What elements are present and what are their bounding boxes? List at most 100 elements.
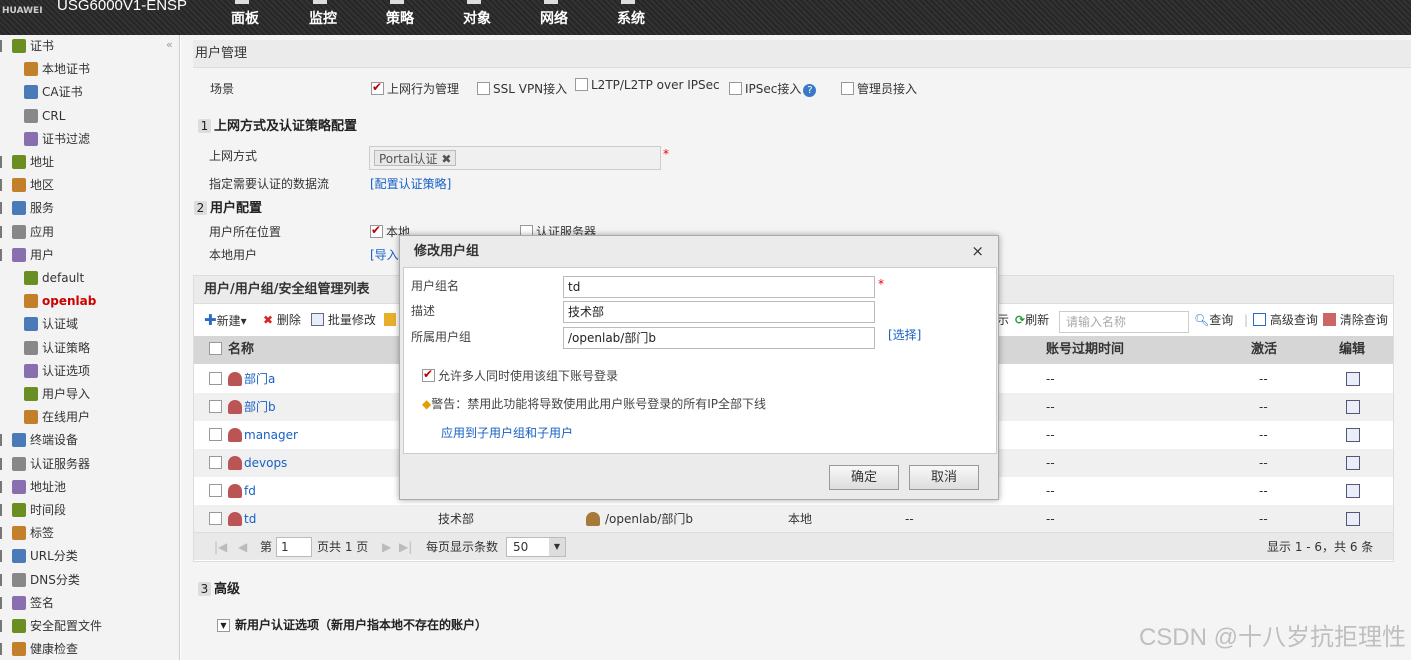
- row-name-label[interactable]: td: [244, 512, 256, 526]
- sidebar-item-2[interactable]: CA证书: [24, 81, 83, 103]
- scene-ssl-vpn[interactable]: SSL VPN接入: [477, 80, 567, 97]
- checkbox[interactable]: [371, 80, 384, 95]
- sidebar-item-4[interactable]: 证书过滤: [24, 128, 90, 150]
- row-edit[interactable]: [1346, 477, 1360, 505]
- checkbox[interactable]: [209, 456, 222, 469]
- sidebar-item-10[interactable]: default: [24, 267, 84, 289]
- sidebar-item-1[interactable]: 本地证书: [24, 58, 90, 80]
- row-checkbox[interactable]: [209, 421, 225, 449]
- sidebar-item-23[interactable]: DNS分类: [0, 569, 80, 591]
- row-name-label[interactable]: 部门a: [244, 372, 275, 386]
- nav-system[interactable]: 系统: [617, 0, 645, 28]
- sidebar-item-22[interactable]: URL分类: [0, 545, 78, 567]
- cancel-button[interactable]: 取消: [909, 465, 979, 490]
- sidebar-item-7[interactable]: 服务: [0, 197, 54, 219]
- row-name[interactable]: fd: [228, 477, 256, 505]
- sidebar-item-0[interactable]: 证书: [0, 35, 54, 57]
- sidebar-item-21[interactable]: 标签: [0, 522, 54, 544]
- sidebar-item-6[interactable]: 地区: [0, 174, 54, 196]
- config-auth-policy-link[interactable]: [配置认证策略]: [370, 175, 451, 192]
- row-name[interactable]: 部门b: [228, 393, 276, 421]
- new-user-option-toggle[interactable]: ▼ 新用户认证选项（新用户指本地不存在的账户）: [217, 616, 487, 633]
- row-name[interactable]: td: [228, 505, 256, 533]
- nav-monitor[interactable]: 监控: [309, 0, 337, 28]
- page-number-input[interactable]: 1: [276, 537, 312, 557]
- nav-policy[interactable]: 策略: [386, 0, 414, 28]
- per-page-select[interactable]: 50: [506, 537, 566, 557]
- row-edit[interactable]: [1346, 505, 1360, 533]
- row-edit[interactable]: [1346, 449, 1360, 477]
- close-icon[interactable]: ×: [971, 236, 984, 267]
- sidebar-item-15[interactable]: 用户导入: [24, 383, 90, 405]
- collapse-sidebar-icon[interactable]: «: [166, 38, 173, 51]
- col-active[interactable]: 激活: [1251, 336, 1277, 364]
- sidebar-item-9[interactable]: 用户: [0, 244, 54, 266]
- checkbox[interactable]: [209, 342, 222, 355]
- row-name-label[interactable]: fd: [244, 484, 256, 498]
- sidebar-item-16[interactable]: 在线用户: [24, 406, 90, 428]
- scene-l2tp[interactable]: L2TP/L2TP over IPSec: [575, 78, 720, 92]
- sidebar-item-26[interactable]: 健康检查: [0, 638, 78, 660]
- advanced-query-button[interactable]: 高级查询: [1253, 304, 1318, 336]
- checkbox[interactable]: [209, 428, 222, 441]
- table-row[interactable]: td 技术部/openlab/部门b 本地 -- -- --: [194, 505, 1393, 533]
- sidebar-item-3[interactable]: CRL: [24, 105, 65, 127]
- nav-object[interactable]: 对象: [463, 0, 491, 28]
- sidebar-item-18[interactable]: 认证服务器: [0, 453, 90, 475]
- checkbox[interactable]: [477, 82, 490, 95]
- ok-button[interactable]: 确定: [829, 465, 899, 490]
- next-page-icon[interactable]: ▶: [382, 533, 391, 561]
- select-all-checkbox[interactable]: [209, 336, 225, 364]
- parent-group-input[interactable]: /openlab/部门b: [563, 327, 875, 349]
- sidebar-item-20[interactable]: 时间段: [0, 499, 66, 521]
- select-group-link[interactable]: [选择]: [888, 326, 921, 343]
- row-name[interactable]: manager: [228, 421, 298, 449]
- row-name[interactable]: 部门a: [228, 365, 275, 393]
- scene-web-behavior[interactable]: 上网行为管理: [371, 80, 459, 97]
- prev-page-icon[interactable]: ◀: [238, 533, 247, 561]
- checkbox[interactable]: [370, 223, 383, 238]
- refresh-button[interactable]: ⟳刷新: [1015, 304, 1049, 336]
- checkbox[interactable]: [729, 82, 742, 95]
- edit-icon[interactable]: [1346, 456, 1360, 470]
- remove-tag-icon[interactable]: ✖: [441, 152, 451, 166]
- checkbox[interactable]: [575, 78, 588, 91]
- row-checkbox[interactable]: [209, 477, 225, 505]
- query-button[interactable]: 🔍︎查询: [1194, 304, 1233, 336]
- checkbox[interactable]: [209, 512, 222, 525]
- expand-icon[interactable]: ▼: [217, 619, 230, 632]
- row-edit[interactable]: [1346, 421, 1360, 449]
- nav-network[interactable]: 网络: [540, 0, 568, 28]
- row-checkbox[interactable]: [209, 505, 225, 533]
- sidebar-item-11[interactable]: openlab: [24, 290, 96, 312]
- sidebar-item-14[interactable]: 认证选项: [24, 360, 90, 382]
- scene-ipsec[interactable]: IPSec接入?: [729, 80, 817, 97]
- edit-icon[interactable]: [1346, 372, 1360, 386]
- sidebar-item-19[interactable]: 地址池: [0, 476, 66, 498]
- clear-query-button[interactable]: 清除查询: [1323, 304, 1388, 336]
- row-edit[interactable]: [1346, 365, 1360, 393]
- search-input[interactable]: 请输入名称: [1059, 311, 1189, 333]
- checkbox[interactable]: [209, 400, 222, 413]
- edit-icon[interactable]: [1346, 484, 1360, 498]
- allow-multi-login-option[interactable]: 允许多人同时使用该组下账号登录: [422, 367, 618, 384]
- row-name[interactable]: devops: [228, 449, 287, 477]
- access-method-field[interactable]: Portal认证 ✖: [369, 146, 661, 170]
- edit-icon[interactable]: [1346, 428, 1360, 442]
- scene-admin[interactable]: 管理员接入: [841, 80, 917, 97]
- sidebar-item-24[interactable]: 签名: [0, 592, 54, 614]
- help-icon[interactable]: ?: [803, 84, 817, 97]
- row-checkbox[interactable]: [209, 365, 225, 393]
- sidebar-item-17[interactable]: 终端设备: [0, 429, 78, 451]
- export-icon[interactable]: [384, 304, 396, 336]
- group-name-input[interactable]: td: [563, 276, 875, 298]
- portal-auth-tag[interactable]: Portal认证 ✖: [374, 150, 457, 166]
- sidebar-item-13[interactable]: 认证策略: [24, 337, 90, 359]
- row-checkbox[interactable]: [209, 393, 225, 421]
- sidebar-item-8[interactable]: 应用: [0, 221, 54, 243]
- apply-to-children-link[interactable]: 应用到子用户组和子用户: [441, 424, 573, 441]
- checkbox[interactable]: [209, 372, 222, 385]
- sidebar-item-12[interactable]: 认证域: [24, 313, 78, 335]
- batch-edit-button[interactable]: 批量修改: [311, 304, 376, 336]
- new-button[interactable]: ✚新建▾: [204, 304, 247, 337]
